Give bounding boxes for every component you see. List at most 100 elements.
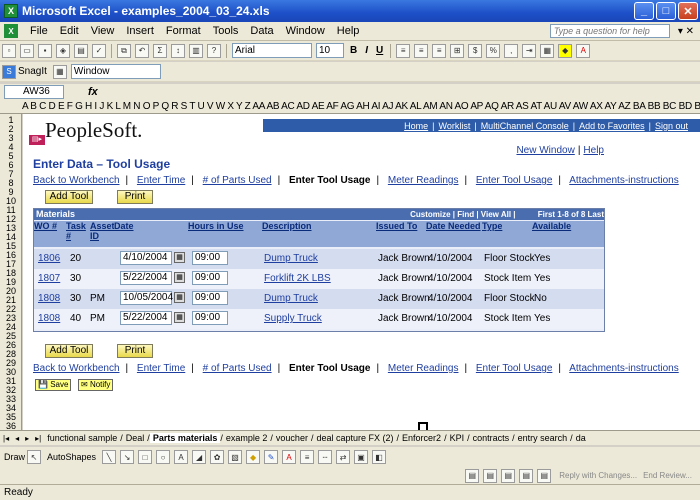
tab-attachments[interactable]: Attachments-instructions <box>569 175 679 186</box>
maximize-button[interactable]: □ <box>656 2 676 20</box>
calendar-icon[interactable]: ▦ <box>174 272 185 283</box>
sheet-tab[interactable]: Deal <box>123 433 148 443</box>
tab-back-to-workbench[interactable]: Back to Workbench <box>33 175 120 186</box>
excel-doc-icon[interactable]: X <box>4 24 18 38</box>
permission-icon[interactable]: ◈ <box>56 43 70 58</box>
3d-icon[interactable]: ◧ <box>372 450 387 464</box>
next-sheet-icon[interactable]: ▸ <box>22 434 32 443</box>
hours-input[interactable]: 09:00 <box>192 291 228 305</box>
description-link[interactable]: Forklift 2K LBS <box>264 273 331 284</box>
nav-home-link[interactable]: Home <box>400 121 432 131</box>
tab-attachments-bottom[interactable]: Attachments-instructions <box>569 363 679 374</box>
percent-icon[interactable]: % <box>486 43 501 58</box>
sheet-tab[interactable]: Parts materials <box>149 433 221 443</box>
sheet-tab[interactable]: functional sample <box>44 433 120 443</box>
date-input[interactable]: 10/05/2004 <box>120 291 173 305</box>
print-button-top[interactable]: Print <box>117 190 153 204</box>
nav-signout-link[interactable]: Sign out <box>651 121 692 131</box>
font-color-draw-icon[interactable]: A <box>282 450 297 464</box>
italic-button[interactable]: I <box>361 45 372 56</box>
sheet-tab[interactable]: da <box>573 433 589 443</box>
menu-edit[interactable]: Edit <box>54 25 85 37</box>
hours-input[interactable]: 09:00 <box>192 271 228 285</box>
function-icon[interactable]: fx <box>88 86 98 98</box>
notify-button[interactable]: ✉ Notify <box>78 379 114 391</box>
date-input[interactable]: 4/10/2004 <box>120 251 172 265</box>
hours-input[interactable]: 09:00 <box>192 251 228 265</box>
save-icon[interactable]: ▪ <box>38 43 52 58</box>
picture-icon[interactable]: ▧ <box>228 450 243 464</box>
line-style-icon[interactable]: ≡ <box>300 450 315 464</box>
reply-with-changes-button[interactable]: Reply with Changes... <box>559 471 637 480</box>
snagit-icon[interactable]: S <box>2 64 16 79</box>
tab-enter-tool-usage-bottom[interactable]: Enter Tool Usage <box>476 363 553 374</box>
menu-format[interactable]: Format <box>160 25 207 37</box>
draw-menu[interactable]: Draw <box>4 452 25 462</box>
print-button-bottom[interactable]: Print <box>117 344 153 358</box>
first-sheet-icon[interactable]: |◂ <box>0 434 12 443</box>
bold-button[interactable]: B <box>346 45 361 56</box>
nav-worklist-link[interactable]: Worklist <box>435 121 475 131</box>
calendar-icon[interactable]: ▦ <box>174 292 185 303</box>
col-description[interactable]: Description <box>262 221 376 247</box>
snagit-settings-icon[interactable]: ▦ <box>52 64 67 79</box>
grid-tools-links[interactable]: Customize | Find | View All | <box>410 210 515 219</box>
menu-file[interactable]: File <box>24 25 54 37</box>
align-left-icon[interactable]: ≡ <box>396 43 411 58</box>
sheet-tab[interactable]: KPI <box>447 433 468 443</box>
close-button[interactable]: ✕ <box>678 2 698 20</box>
font-select[interactable]: Arial <box>232 43 312 58</box>
hours-input[interactable]: 09:00 <box>192 311 228 325</box>
description-link[interactable]: Dump Truck <box>264 253 318 264</box>
borders-icon[interactable]: ▦ <box>540 43 555 58</box>
wo-link[interactable]: 1806 <box>38 253 60 264</box>
print-icon[interactable]: ▤ <box>74 43 88 58</box>
wo-link[interactable]: 1807 <box>38 273 60 284</box>
autoshapes-menu[interactable]: AutoShapes <box>47 452 96 462</box>
col-asset[interactable]: Asset ID <box>90 221 115 247</box>
shadow-icon[interactable]: ▣ <box>354 450 369 464</box>
review-icon-2[interactable]: ▤ <box>483 468 498 483</box>
description-link[interactable]: Supply Truck <box>264 313 322 324</box>
sheet-tab[interactable]: Enforcer2 <box>399 433 444 443</box>
go-menu-icon[interactable]: ▤▸ <box>29 135 45 145</box>
line-color-icon[interactable]: ✎ <box>264 450 279 464</box>
snagit-label[interactable]: SnagIt <box>18 66 47 77</box>
review-icon-5[interactable]: ▤ <box>537 468 552 483</box>
grid-pager[interactable]: First 1-8 of 8 Last <box>538 210 604 219</box>
row-number[interactable]: 36 <box>0 421 21 430</box>
tab-parts-used-bottom[interactable]: # of Parts Used <box>203 363 272 374</box>
description-link[interactable]: Dump Truck <box>264 293 318 304</box>
add-tool-button-bottom[interactable]: Add Tool <box>45 344 93 358</box>
wo-link[interactable]: 1808 <box>38 293 60 304</box>
spelling-icon[interactable]: ✓ <box>92 43 106 58</box>
font-size-select[interactable]: 10 <box>316 43 344 58</box>
snagit-window-select[interactable]: Window <box>70 64 161 79</box>
col-date[interactable]: Date <box>114 221 188 247</box>
sheet-tab[interactable]: deal capture FX (2) <box>313 433 396 443</box>
help-icon[interactable]: ? <box>207 43 221 58</box>
calendar-icon[interactable]: ▦ <box>174 252 185 263</box>
nav-favorites-link[interactable]: Add to Favorites <box>575 121 649 131</box>
sheet-tab[interactable]: voucher <box>273 433 311 443</box>
add-tool-button-top[interactable]: Add Tool <box>45 190 93 204</box>
tab-parts-used[interactable]: # of Parts Used <box>203 175 272 186</box>
fill-color-icon[interactable]: ◆ <box>558 43 573 58</box>
tab-back-to-workbench-bottom[interactable]: Back to Workbench <box>33 363 120 374</box>
nav-multichannel-link[interactable]: MultiChannel Console <box>477 121 573 131</box>
new-icon[interactable]: ▫ <box>2 43 16 58</box>
line-icon[interactable]: ╲ <box>102 450 117 464</box>
textbox-icon[interactable]: A <box>174 450 189 464</box>
align-right-icon[interactable]: ≡ <box>432 43 447 58</box>
last-sheet-icon[interactable]: ▸| <box>32 434 44 443</box>
sheet-tab[interactable]: entry search <box>515 433 571 443</box>
wo-link[interactable]: 1808 <box>38 313 60 324</box>
menu-window[interactable]: Window <box>280 25 331 37</box>
minimize-button[interactable]: _ <box>634 2 654 20</box>
ask-question-input[interactable]: Type a question for help <box>549 24 670 38</box>
wordart-icon[interactable]: ◢ <box>192 450 207 464</box>
review-icon-4[interactable]: ▤ <box>519 468 534 483</box>
calendar-icon[interactable]: ▦ <box>174 312 185 323</box>
menu-help[interactable]: Help <box>331 25 366 37</box>
underline-button[interactable]: U <box>372 45 387 56</box>
